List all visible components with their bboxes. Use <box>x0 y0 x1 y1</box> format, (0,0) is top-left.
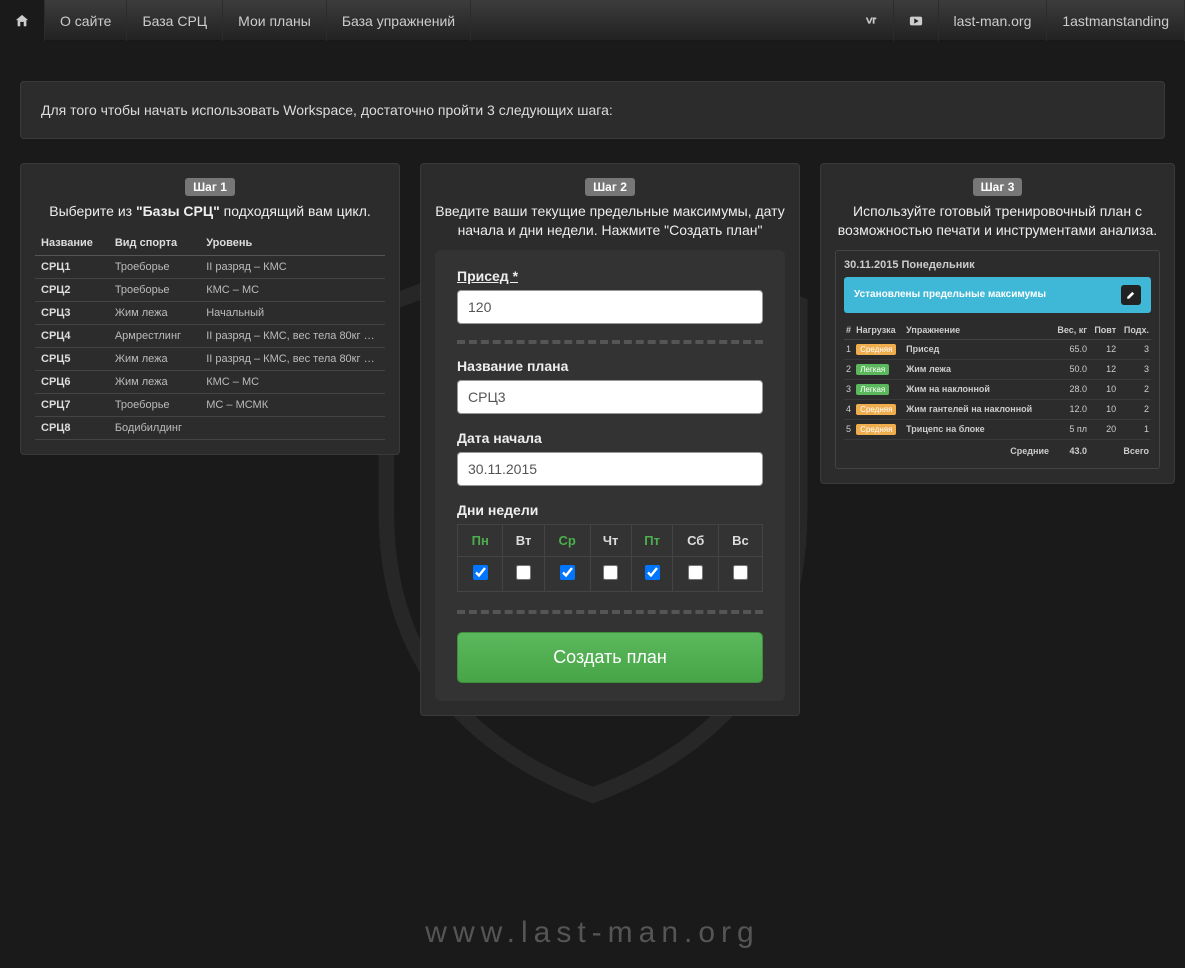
col-level: Уровень <box>200 231 385 256</box>
day-checkbox[interactable] <box>688 565 703 580</box>
table-row[interactable]: СРЦ4АрмрестлингII разряд – КМС, вес тела… <box>35 324 385 347</box>
day-checkbox[interactable] <box>603 565 618 580</box>
home-icon <box>15 14 29 28</box>
plan-row: 4СредняяЖим гантелей на наклонной12.0102 <box>844 399 1151 419</box>
step1-badge: Шаг 1 <box>185 178 235 196</box>
plan-row: 3ЛегкаяЖим на наклонной28.0102 <box>844 379 1151 399</box>
intro-banner: Для того чтобы начать использовать Works… <box>20 81 1165 139</box>
table-row[interactable]: СРЦ1ТроеборьеII разряд – КМС <box>35 255 385 278</box>
day-header: Пн <box>458 524 503 556</box>
day-header: Вс <box>718 524 762 556</box>
day-checkbox[interactable] <box>733 565 748 580</box>
plan-preview: 30.11.2015 Понедельник Установлены преде… <box>835 250 1160 469</box>
step1-desc: Выберите из "Базы СРЦ" подходящий вам ци… <box>35 202 385 221</box>
nav-my-plans[interactable]: Мои планы <box>223 0 327 41</box>
day-header: Вт <box>503 524 544 556</box>
date-label: Дата начала <box>457 430 763 446</box>
day-header: Сб <box>673 524 719 556</box>
day-header: Чт <box>590 524 631 556</box>
step1-panel: Шаг 1 Выберите из "Базы СРЦ" подходящий … <box>20 163 400 455</box>
nav-youtube[interactable] <box>894 0 939 41</box>
plan-name-label: Название плана <box>457 358 763 374</box>
step3-badge: Шаг 3 <box>973 178 1023 196</box>
table-row[interactable]: СРЦ8Бодибилдинг <box>35 416 385 439</box>
step2-desc: Введите ваши текущие предельные максимум… <box>435 202 785 240</box>
col-name: Название <box>35 231 109 256</box>
nav-src-base[interactable]: База СРЦ <box>127 0 223 41</box>
col-sport: Вид спорта <box>109 231 200 256</box>
src-table: Название Вид спорта Уровень СРЦ1Троеборь… <box>35 231 385 440</box>
divider <box>457 610 763 614</box>
days-label: Дни недели <box>457 502 763 518</box>
nav-exercise-base[interactable]: База упражнений <box>327 0 471 41</box>
day-header: Ср <box>544 524 590 556</box>
step3-desc: Используйте готовый тренировочный план с… <box>835 202 1160 240</box>
day-checkbox[interactable] <box>516 565 531 580</box>
footer-url: www.last-man.org <box>0 916 1185 950</box>
squat-label: Присед * <box>457 268 763 284</box>
step2-badge: Шаг 2 <box>585 178 635 196</box>
table-row[interactable]: СРЦ3Жим лежаНачальный <box>35 301 385 324</box>
nav-home[interactable] <box>0 0 45 41</box>
max-banner: Установлены предельные максимумы <box>844 277 1151 313</box>
create-plan-form: Присед * Название плана Дата начала Дни … <box>435 250 785 701</box>
date-input[interactable] <box>457 452 763 486</box>
nav-site-link[interactable]: last-man.org <box>939 0 1048 41</box>
youtube-icon <box>909 14 923 28</box>
plan-name-input[interactable] <box>457 380 763 414</box>
plan-date: 30.11.2015 Понедельник <box>844 259 1151 271</box>
table-row[interactable]: СРЦ6Жим лежаКМС – МС <box>35 370 385 393</box>
step2-panel: Шаг 2 Введите ваши текущие предельные ма… <box>420 163 800 716</box>
divider <box>457 340 763 344</box>
nav-about[interactable]: О сайте <box>45 0 127 41</box>
plan-table: # Нагрузка Упражнение Вес, кг Повт Подх.… <box>844 321 1151 460</box>
edit-icon <box>1126 290 1136 300</box>
table-row[interactable]: СРЦ7ТроеборьеМС – МСМК <box>35 393 385 416</box>
edit-max-button[interactable] <box>1121 285 1141 305</box>
day-checkbox[interactable] <box>560 565 575 580</box>
step3-panel: Шаг 3 Используйте готовый тренировочный … <box>820 163 1175 484</box>
table-row[interactable]: СРЦ5Жим лежаII разряд – КМС, вес тела 80… <box>35 347 385 370</box>
days-table: ПнВтСрЧтПтСбВс <box>457 524 763 592</box>
plan-row: 1СредняяПрисед65.0123 <box>844 339 1151 359</box>
day-checkbox[interactable] <box>473 565 488 580</box>
table-row[interactable]: СРЦ2ТроеборьеКМС – МС <box>35 278 385 301</box>
plan-row: 5СредняяТрицепс на блоке5 пл201 <box>844 419 1151 439</box>
create-plan-button[interactable]: Создать план <box>457 632 763 683</box>
day-header: Пт <box>631 524 673 556</box>
plan-row: 2ЛегкаяЖим лежа50.0123 <box>844 359 1151 379</box>
nav-vk[interactable] <box>849 0 894 41</box>
nav-username[interactable]: 1astmanstanding <box>1047 0 1185 41</box>
top-navbar: О сайте База СРЦ Мои планы База упражнен… <box>0 0 1185 41</box>
squat-input[interactable] <box>457 290 763 324</box>
day-checkbox[interactable] <box>645 565 660 580</box>
vk-icon <box>864 14 878 28</box>
